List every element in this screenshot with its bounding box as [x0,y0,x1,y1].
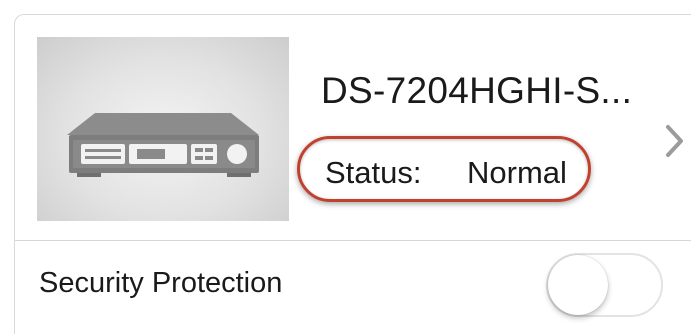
toggle-knob[interactable] [548,255,608,315]
chevron-right-icon[interactable] [663,121,687,161]
device-row[interactable]: DS-7204HGHI-S... Status: Normal [15,15,691,240]
device-name: DS-7204HGHI-S... [321,70,633,111]
device-thumbnail [37,37,289,221]
status-value: Normal [467,155,567,190]
row-divider [15,240,691,241]
status-label: Status: [325,155,422,190]
device-card: DS-7204HGHI-S... Status: Normal Security… [14,14,691,334]
security-protection-label: Security Protection [39,267,283,299]
security-protection-toggle[interactable] [546,253,663,317]
dvr-recorder-icon [67,113,259,177]
